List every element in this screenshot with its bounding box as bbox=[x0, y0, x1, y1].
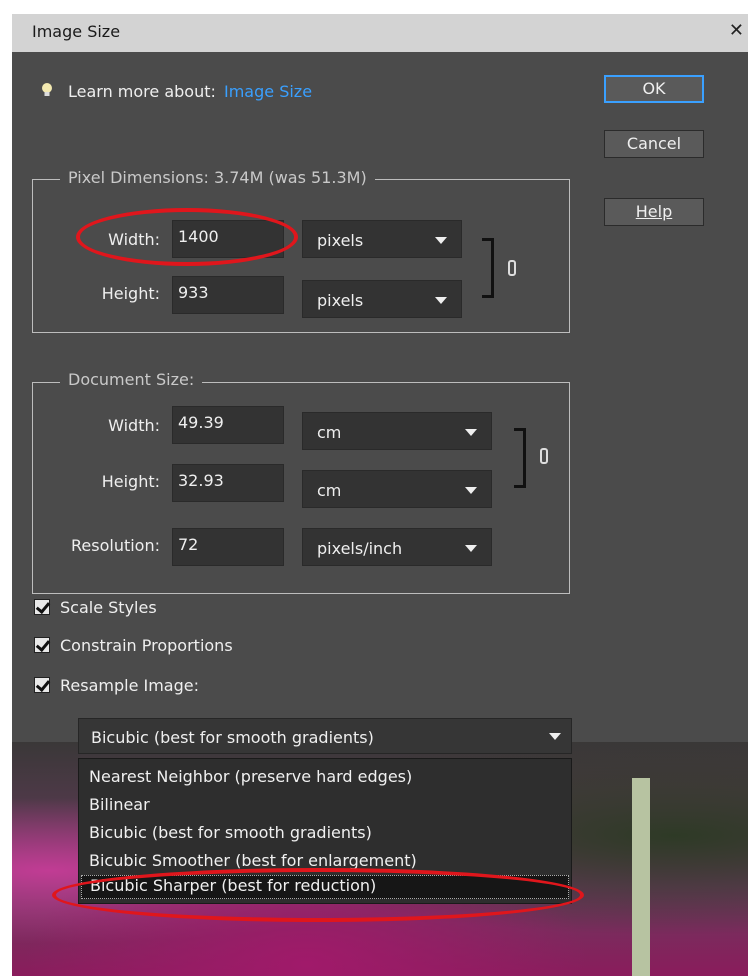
chevron-down-icon bbox=[435, 297, 447, 304]
document-height-input[interactable]: 32.93 bbox=[172, 464, 284, 502]
menu-item-bicubic-smoother[interactable]: Bicubic Smoother (best for enlargement) bbox=[89, 851, 417, 870]
lightbulb-icon bbox=[42, 83, 52, 96]
plant-stem-image bbox=[632, 778, 650, 976]
constrain-proportions-checkbox[interactable] bbox=[34, 637, 50, 653]
help-button-label: Help bbox=[635, 202, 673, 221]
link-chain-icon bbox=[508, 260, 516, 276]
resample-image-checkbox[interactable] bbox=[34, 677, 50, 693]
resample-image-label: Resample Image: bbox=[60, 676, 199, 695]
pixel-width-unit-value: pixels bbox=[317, 231, 364, 250]
scale-styles-checkbox[interactable] bbox=[34, 599, 50, 615]
scale-styles-label: Scale Styles bbox=[60, 598, 157, 617]
menu-item-bilinear[interactable]: Bilinear bbox=[89, 795, 150, 814]
document-constrain-bracket bbox=[514, 428, 526, 488]
annotation-ellipse-sharper bbox=[52, 868, 584, 922]
chevron-down-icon bbox=[435, 237, 447, 244]
pixel-height-input[interactable]: 933 bbox=[172, 276, 284, 314]
document-width-unit-value: cm bbox=[317, 423, 342, 442]
image-size-dialog: Image Size ✕ Learn more about: Image Siz… bbox=[12, 14, 748, 976]
cancel-button[interactable]: Cancel bbox=[604, 130, 704, 158]
document-size-legend: Document Size: bbox=[60, 370, 203, 389]
help-button[interactable]: Help bbox=[604, 198, 704, 226]
pixel-height-label: Height: bbox=[101, 284, 160, 303]
document-height-label: Height: bbox=[101, 472, 160, 491]
document-height-unit-value: cm bbox=[317, 481, 342, 500]
resolution-unit-select[interactable]: pixels/inch bbox=[302, 528, 492, 566]
constrain-bracket bbox=[482, 238, 494, 298]
constrain-proportions-label: Constrain Proportions bbox=[60, 636, 233, 655]
close-icon[interactable]: ✕ bbox=[729, 20, 744, 41]
pixel-height-unit-value: pixels bbox=[317, 291, 364, 310]
link-chain-icon bbox=[540, 448, 548, 464]
title-bar[interactable]: Image Size ✕ bbox=[12, 14, 748, 52]
pixel-height-unit-select[interactable]: pixels bbox=[302, 280, 462, 318]
annotation-ellipse-width bbox=[76, 208, 298, 266]
document-width-label: Width: bbox=[108, 416, 160, 435]
document-height-unit-select[interactable]: cm bbox=[302, 470, 492, 508]
chevron-down-icon bbox=[465, 487, 477, 494]
pixel-dimensions-legend: Pixel Dimensions: 3.74M (was 51.3M) bbox=[60, 168, 375, 187]
resolution-label: Resolution: bbox=[71, 536, 160, 555]
resample-method-value: Bicubic (best for smooth gradients) bbox=[91, 728, 374, 747]
learn-more-link[interactable]: Image Size bbox=[224, 82, 312, 101]
resample-method-select[interactable]: Bicubic (best for smooth gradients) bbox=[78, 718, 572, 754]
document-width-unit-select[interactable]: cm bbox=[302, 412, 492, 450]
resolution-input[interactable]: 72 bbox=[172, 528, 284, 566]
pixel-width-unit-select[interactable]: pixels bbox=[302, 220, 462, 258]
chevron-down-icon bbox=[465, 545, 477, 552]
resolution-unit-value: pixels/inch bbox=[317, 539, 403, 558]
menu-item-nearest-neighbor[interactable]: Nearest Neighbor (preserve hard edges) bbox=[89, 767, 412, 786]
chevron-down-icon bbox=[549, 733, 561, 740]
menu-item-bicubic[interactable]: Bicubic (best for smooth gradients) bbox=[89, 823, 372, 842]
dialog-title: Image Size bbox=[32, 22, 121, 41]
learn-more-label: Learn more about: bbox=[68, 82, 216, 101]
ok-button[interactable]: OK bbox=[604, 75, 704, 103]
document-width-input[interactable]: 49.39 bbox=[172, 406, 284, 444]
chevron-down-icon bbox=[465, 429, 477, 436]
